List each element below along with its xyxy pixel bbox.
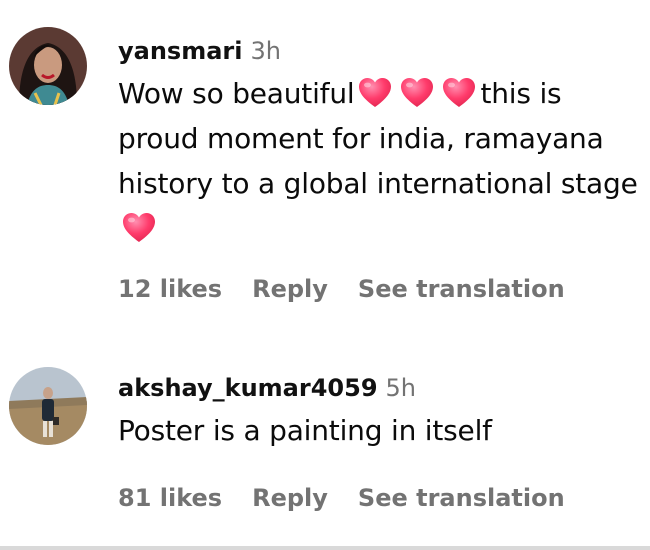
user-avatar-image [9,367,87,445]
comment-header: yansmari 3h [118,31,646,71]
user-avatar-image [9,27,87,105]
comment-header: akshay_kumar4059 5h [118,368,646,408]
reply-button[interactable]: Reply [252,275,328,303]
heart-emoji-icon [122,212,156,244]
comment-text: Wow so beautiful this is proud moment for… [118,71,646,251]
heart-emoji-icon [400,77,434,109]
username[interactable]: yansmari [118,37,242,65]
comment-text-part: Wow so beautiful [118,77,355,110]
avatar[interactable] [9,27,87,105]
timestamp[interactable]: 5h [386,374,416,402]
likes-count[interactable]: 81 likes [118,484,222,512]
see-translation-button[interactable]: See translation [358,275,565,303]
comment-body: yansmari 3h Wow so beautiful this is proud… [118,31,646,309]
likes-count[interactable]: 12 likes [118,275,222,303]
heart-emoji-icon [358,77,392,109]
username[interactable]: akshay_kumar4059 [118,374,378,402]
comment-actions: 81 likes Reply See translation [118,478,646,518]
timestamp[interactable]: 3h [250,37,280,65]
comment-actions: 12 likes Reply See translation [118,269,646,309]
reply-button[interactable]: Reply [252,484,328,512]
comment-text: Poster is a painting in itself [118,414,492,447]
see-translation-button[interactable]: See translation [358,484,565,512]
heart-emoji-icon [442,77,476,109]
bottom-divider [0,546,650,550]
comment-body: akshay_kumar4059 5h Poster is a painting … [118,368,646,518]
avatar[interactable] [9,367,87,445]
